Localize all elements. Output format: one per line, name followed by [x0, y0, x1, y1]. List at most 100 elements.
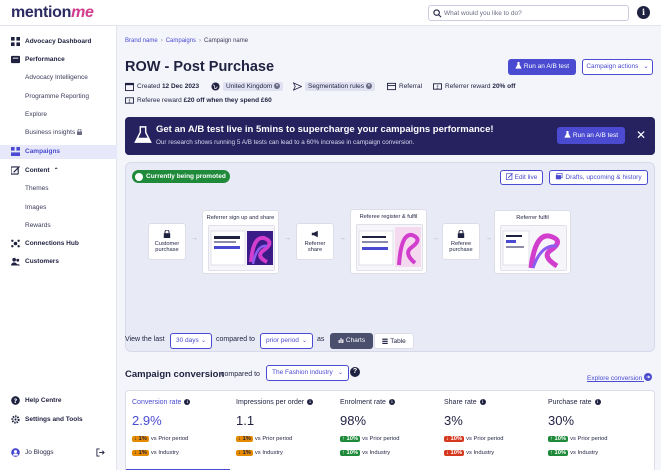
sidebar-item-connections-hub[interactable]: Connections Hub [0, 237, 117, 251]
sidebar-item-label: Settings and Tools [25, 416, 83, 423]
flow-referee-register[interactable]: Referee register & fulfil [350, 209, 427, 274]
change-industry: ↑ 10% vs Industry [340, 450, 391, 456]
metric-value: 30% [548, 413, 575, 428]
user-profile[interactable]: Jo Bloggs [0, 446, 117, 460]
close-icon[interactable]: ✕ [636, 128, 646, 142]
chevron-down-icon: ⌄ [643, 63, 649, 70]
metric-title: Impressions per order i [236, 399, 314, 406]
breadcrumb-current: Campaign name [204, 38, 249, 44]
metric-purchase-rate[interactable]: Purchase rate i 30% ↑ 10% vs Prior period … [542, 391, 654, 470]
change-prior: ↑ 10% vs Prior period [548, 436, 608, 442]
metric-share-rate[interactable]: Share rate i 3% ↓ 10% vs Prior period ↓ 10… [438, 391, 542, 470]
sidebar-item-label: Explore [25, 111, 48, 118]
sidebar-item-themes[interactable]: Themes [0, 182, 117, 196]
ticket-icon: £ [433, 83, 442, 90]
edit-icon [505, 173, 513, 180]
sidebar-item-campaigns[interactable]: Campaigns [0, 145, 117, 159]
sidebar-item-label: Advocacy Intelligence [25, 74, 88, 81]
logo[interactable]: mentionme [11, 4, 94, 22]
remove-icon: × [366, 83, 373, 90]
status-badge: Currently being promoted [132, 170, 230, 183]
metric-title: Share rate i [444, 399, 486, 406]
flow-referrer-signup[interactable]: Referrer sign up and share [202, 210, 279, 274]
sidebar-item-business-insights[interactable]: Business insights [0, 126, 117, 140]
down-arrow-badge: ↓ 1% [236, 436, 253, 442]
globe-icon [211, 82, 220, 91]
referee-register-preview [356, 224, 423, 271]
sidebar-item-label: Business insights [25, 128, 83, 136]
metric-conversion-rate[interactable]: Conversion rate i 2.9% ↓ 1% vs Prior perio… [126, 391, 230, 470]
info-icon: i [184, 399, 191, 405]
flow-customer-purchase: Customer purchase [148, 223, 186, 260]
flow-referee-purchase: Referee purchase [442, 223, 480, 260]
arrow-icon: → [191, 235, 198, 242]
up-arrow-badge: ↑ 10% [548, 450, 569, 456]
segmentation-rules[interactable]: Segmentation rules × [293, 81, 376, 93]
banner-run-ab-test-button[interactable]: Run an A/B test [557, 127, 625, 144]
sidebar-item-label: Help Centre [25, 397, 62, 404]
explore-conversion-link[interactable]: Explore conversion [587, 373, 653, 382]
info-icon[interactable]: i [637, 6, 650, 19]
user-name: Jo Bloggs [25, 449, 54, 456]
chevron-down-icon: ⌄ [200, 338, 206, 344]
run-ab-test-button[interactable]: Run an A/B test [508, 59, 576, 75]
change-industry: ↓ 1% vs Industry [236, 450, 283, 456]
edit-live-button[interactable]: Edit live [500, 170, 543, 185]
flow-referrer-fulfil[interactable]: Referrer fulfil [494, 210, 571, 274]
referral-icon [387, 82, 396, 90]
arrow-right-icon [644, 373, 653, 381]
sidebar-item-programme-reporting[interactable]: Programme Reporting [0, 90, 117, 104]
logout-icon[interactable] [96, 448, 105, 457]
sidebar-item-advocacy-intelligence[interactable]: Advocacy Intelligence [0, 71, 117, 85]
campaign-meta: Created 12 Dec 2023 United Kingdom × Segm… [125, 81, 655, 93]
industry-compared-label: compared to [221, 371, 260, 378]
search-input[interactable]: What would you like to do? [428, 5, 629, 21]
sidebar-item-help-centre[interactable]: ? Help Centre [0, 394, 117, 408]
help-icon[interactable]: ? [350, 367, 360, 377]
sidebar-item-customers[interactable]: Customers [0, 255, 117, 269]
comparison-period-select[interactable]: prior period ⌄ [260, 333, 313, 349]
page-title: ROW - Post Purchase [125, 59, 275, 75]
sidebar-item-advocacy-dashboard[interactable]: Advocacy Dashboard [0, 35, 117, 49]
sidebar-item-label: Advocacy Dashboard [25, 38, 92, 45]
charts-toggle[interactable]: Charts [330, 333, 373, 349]
breadcrumb-brand[interactable]: Brand name [125, 38, 158, 44]
country-filter[interactable]: United Kingdom × [211, 81, 284, 93]
sidebar-item-label: Customers [25, 258, 59, 265]
metric-impressions-per-order[interactable]: Impressions per order i 1.1 ↓ 1% vs Prior … [230, 391, 334, 470]
sidebar-item-label: Campaigns [25, 148, 61, 155]
banner-text: Our research shows running 5 A/B tests c… [156, 139, 415, 146]
sidebar-item-explore[interactable]: Explore [0, 108, 117, 122]
campaign-actions-dropdown[interactable]: Campaign actions ⌄ [582, 59, 653, 75]
ab-test-banner: Get an A/B test live in 5mins to superch… [125, 117, 655, 155]
info-icon: i [307, 399, 314, 405]
breadcrumb-campaigns[interactable]: Campaigns [166, 38, 196, 44]
sidebar-item-images[interactable]: Images [0, 201, 117, 215]
send-icon [293, 82, 302, 91]
metric-enrolment-rate[interactable]: Enrolment rate i 98% ↑ 10% vs Prior period… [334, 391, 438, 470]
sidebar-item-settings[interactable]: Settings and Tools [0, 413, 117, 427]
calendar-icon [125, 82, 134, 91]
sidebar-item-content[interactable]: Content ⌃ [0, 164, 117, 178]
metric-value: 2.9% [132, 413, 162, 428]
table-toggle[interactable]: Table [374, 333, 414, 349]
drafts-history-button[interactable]: Drafts, upcoming & history [549, 170, 648, 185]
gear-icon [11, 415, 20, 424]
lock-icon [457, 230, 465, 238]
dashboard-icon [11, 37, 20, 46]
down-arrow-badge: ↓ 1% [132, 436, 149, 442]
sidebar-item-rewards[interactable]: Rewards [0, 219, 117, 233]
flask-icon [134, 126, 152, 143]
change-prior: ↓ 1% vs Prior period [132, 436, 189, 442]
avatar [11, 448, 20, 457]
sidebar-item-label: Rewards [25, 222, 51, 229]
industry-select[interactable]: The Fashion industry ⌄ [266, 365, 349, 381]
referee-reward: £ Referee reward £20 off when they spend … [125, 95, 272, 107]
down-arrow-badge: ↓ 1% [236, 450, 253, 456]
days-select[interactable]: 30 days ⌄ [170, 333, 212, 349]
sidebar-item-performance[interactable]: Performance [0, 53, 117, 67]
info-icon: i [594, 399, 601, 405]
change-prior: ↓ 10% vs Prior period [444, 436, 504, 442]
info-icon: i [479, 399, 486, 405]
down-arrow-badge: ↓ 10% [444, 450, 465, 456]
